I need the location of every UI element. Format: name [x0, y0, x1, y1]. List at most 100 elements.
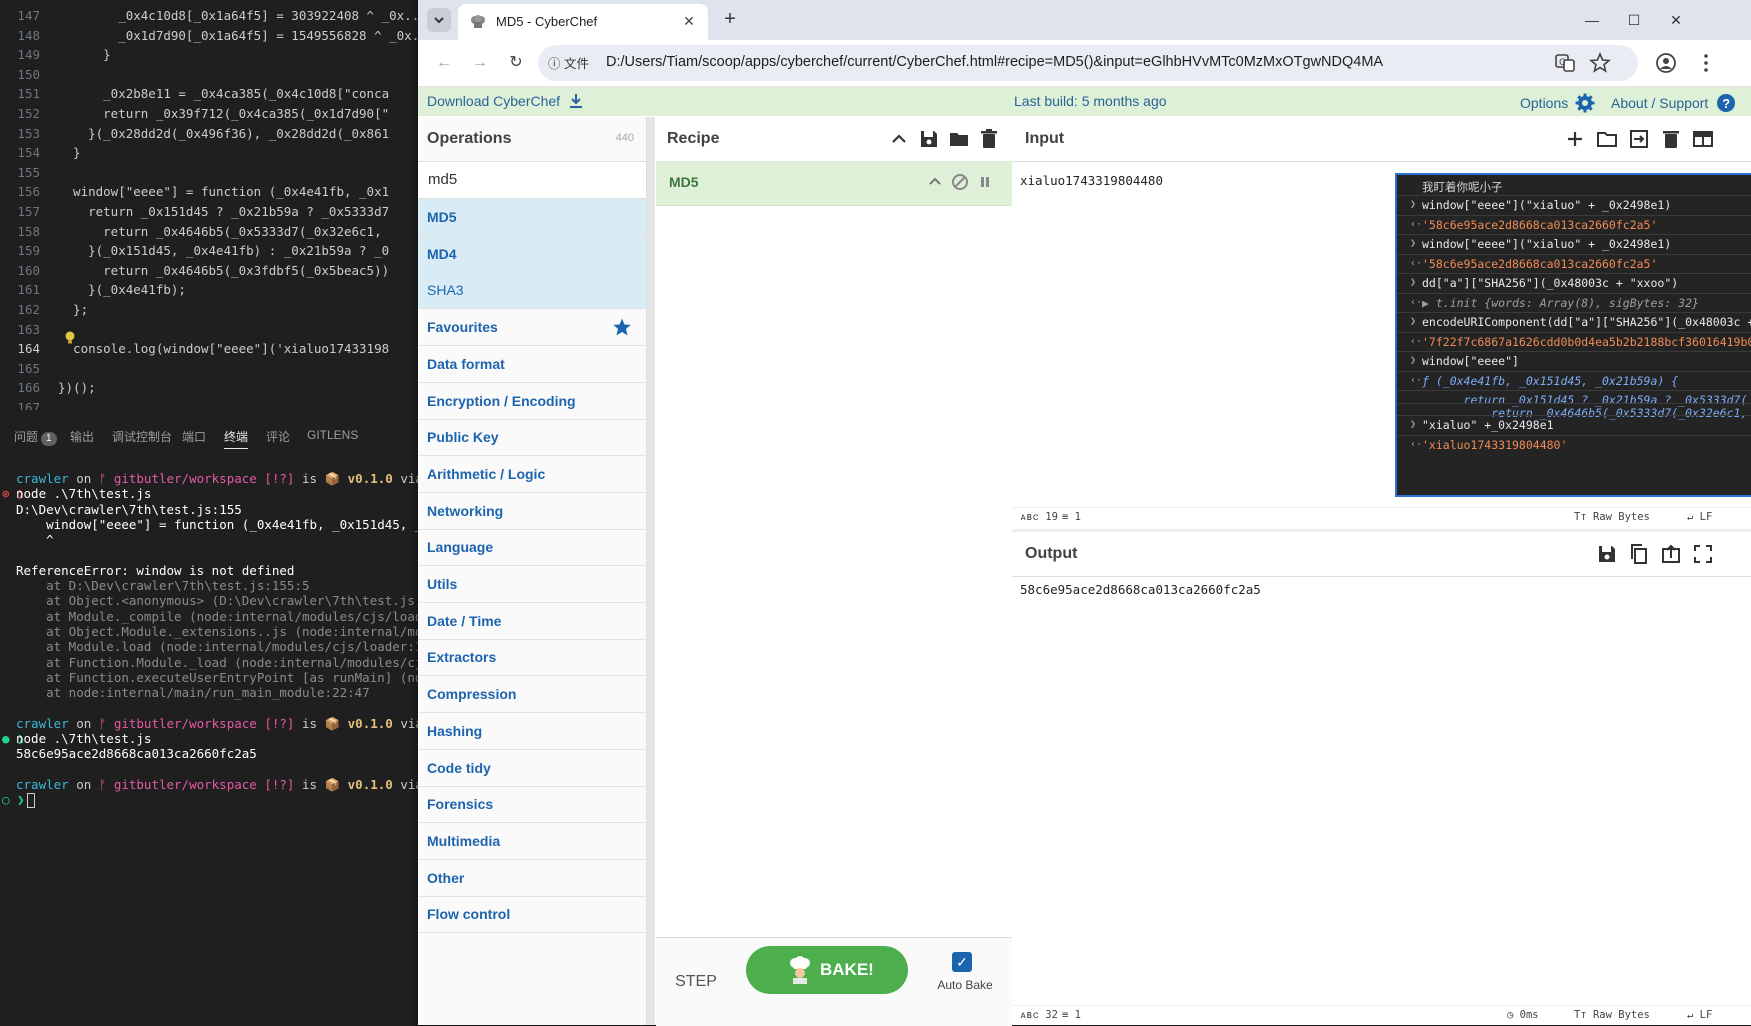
load-recipe-icon[interactable]	[948, 128, 970, 150]
translate-icon[interactable]: G	[1553, 51, 1577, 75]
category-public-key[interactable]: Public Key	[418, 419, 646, 457]
category-encryption-encoding[interactable]: Encryption / Encoding	[418, 383, 646, 420]
category-favourites[interactable]: Favourites	[418, 309, 646, 347]
code-editor[interactable]: 147 _0x4c10d8[_0x1a64f5] = 303922408 ^ _…	[0, 0, 420, 410]
category-forensics[interactable]: Forensics	[418, 786, 646, 824]
operations-search-input[interactable]: md5	[418, 162, 646, 200]
tab-search-button[interactable]	[427, 8, 451, 32]
vscode-window: 147 _0x4c10d8[_0x1a64f5] = 303922408 ^ _…	[0, 0, 453, 1025]
address-bar[interactable]: ⓘ 文件 D:/Users/Tiam/scoop/apps/cyberchef/…	[538, 45, 1638, 81]
add-input-icon[interactable]	[1564, 128, 1586, 150]
category-language[interactable]: Language	[418, 529, 646, 567]
category-extractors[interactable]: Extractors	[418, 639, 646, 677]
back-button[interactable]: ←	[432, 51, 456, 75]
search-result-item[interactable]: MD4	[418, 235, 646, 273]
code-line: 153 }(_0x28dd2d(_0x496f36), _0x28dd2d(_0…	[0, 124, 420, 144]
profile-icon[interactable]	[1654, 51, 1678, 75]
search-result-item[interactable]: MD5	[418, 199, 646, 236]
recipe-operation-md5[interactable]: MD5	[656, 161, 1012, 206]
search-result-item[interactable]: SHA3	[418, 272, 646, 310]
category-multimedia[interactable]: Multimedia	[418, 823, 646, 860]
output-encoding[interactable]: Tт Raw Bytes	[1574, 1009, 1650, 1021]
input-encoding[interactable]: Tт Raw Bytes	[1574, 511, 1650, 523]
panel-tab[interactable]: 端口	[182, 428, 206, 445]
copy-output-icon[interactable]	[1628, 543, 1650, 565]
bookmark-star-icon[interactable]	[1588, 51, 1612, 75]
about-link[interactable]: About / Support ?	[1611, 93, 1736, 113]
panel-tab[interactable]: 问题 1	[14, 428, 57, 446]
replace-input-icon[interactable]	[1660, 543, 1682, 565]
panel-tab[interactable]: 调试控制台	[112, 428, 172, 445]
category-compression[interactable]: Compression	[418, 676, 646, 714]
panel-tab-label: GITLENS	[307, 428, 359, 442]
terminal[interactable]: crawler on ᚠ gitbutler/workspace [!?] is…	[0, 470, 453, 870]
disable-icon[interactable]	[951, 173, 969, 191]
code-line: 165	[0, 359, 420, 379]
maximize-output-icon[interactable]	[1692, 543, 1714, 565]
panel-tab[interactable]: GITLENS	[307, 428, 358, 442]
panel-tab-label: 输出	[70, 430, 95, 444]
result-arrow-icon: ‹·	[1410, 257, 1423, 269]
code-line: 158 return _0x4646b5(_0x5333d7(_0x32e6c1…	[0, 222, 420, 242]
panel-tab[interactable]: 评论	[266, 428, 290, 445]
close-tab-icon[interactable]: ✕	[680, 12, 698, 30]
layout-icon[interactable]	[1692, 128, 1714, 150]
open-folder-icon[interactable]	[1596, 128, 1618, 150]
collapse-all-icon[interactable]	[888, 128, 910, 150]
category-flow-control[interactable]: Flow control	[418, 896, 646, 934]
terminal-cursor[interactable]	[27, 792, 35, 808]
download-link[interactable]: Download CyberChef	[427, 93, 584, 109]
devtools-console[interactable]: 我盯着你呢小子 ❯ window["eeee"]("xialuo" + _0x24…	[1395, 173, 1751, 497]
category-data-format[interactable]: Data format	[418, 346, 646, 383]
close-window-button[interactable]: ✕	[1664, 8, 1688, 32]
category-code-tidy[interactable]: Code tidy	[418, 750, 646, 787]
minimize-button[interactable]: —	[1580, 8, 1604, 32]
reload-button[interactable]: ↻	[504, 51, 528, 75]
browser-tab[interactable]: MD5 - CyberChef ✕	[458, 4, 708, 40]
step-button[interactable]: STEP	[666, 962, 726, 1002]
command: node .\7th\test.js	[16, 486, 152, 502]
save-recipe-icon[interactable]	[918, 128, 940, 150]
category-label: Data format	[427, 355, 505, 372]
console-text: '58c6e95ace2d8668ca013ca2660fc2a5'	[1422, 217, 1658, 232]
forward-button[interactable]: →	[468, 51, 492, 75]
prompt-marker: ○ ❯	[2, 792, 25, 808]
chevron-up-icon[interactable]	[926, 173, 944, 191]
bake-button[interactable]: BAKE!	[746, 946, 908, 994]
code-line: 163	[0, 320, 420, 340]
category-networking[interactable]: Networking	[418, 493, 646, 530]
menu-dots-icon[interactable]	[1694, 51, 1718, 75]
code-text: return _0x151d45 ? _0x21b59a ? _0x5333d7	[58, 204, 390, 219]
category-other[interactable]: Other	[418, 860, 646, 897]
input-eol[interactable]: ↵ LF	[1687, 511, 1712, 523]
open-file-icon[interactable]	[1628, 128, 1650, 150]
output-text[interactable]: 58c6e95ace2d8668ca013ca2660fc2a5	[1020, 582, 1261, 597]
input-textarea[interactable]: xialuo1743319804480	[1020, 173, 1163, 188]
category-arithmetic-logic[interactable]: Arithmetic / Logic	[418, 456, 646, 493]
auto-bake-toggle[interactable]: ✓ Auto Bake	[932, 952, 998, 1002]
url-text[interactable]: D:/Users/Tiam/scoop/apps/cyberchef/curre…	[606, 54, 1383, 70]
pause-icon[interactable]	[976, 173, 994, 191]
checkbox-checked-icon[interactable]: ✓	[952, 952, 972, 972]
code-text: _0x4c10d8[_0x1a64f5] = 303922408 ^ _0x..…	[58, 8, 420, 23]
error-line: D:\Dev\crawler\7th\test.js:155	[16, 501, 242, 517]
panel-tab[interactable]: 输出	[70, 428, 94, 445]
output-eol[interactable]: ↵ LF	[1687, 1009, 1712, 1021]
panel-tab[interactable]: 终端	[224, 428, 249, 449]
clear-recipe-icon[interactable]	[978, 128, 1000, 150]
new-tab-button[interactable]: +	[718, 8, 742, 32]
line-number: 158	[17, 223, 40, 239]
category-utils[interactable]: Utils	[418, 566, 646, 603]
pane-resizer[interactable]	[647, 117, 655, 1025]
console-separator	[1397, 370, 1751, 372]
clear-input-icon[interactable]	[1660, 128, 1682, 150]
options-link[interactable]: Options	[1520, 93, 1595, 113]
lightbulb-icon[interactable]	[64, 331, 76, 345]
panel-tab-label: 评论	[266, 430, 291, 444]
site-info-chip[interactable]: ⓘ 文件	[548, 53, 589, 72]
category-date-time[interactable]: Date / Time	[418, 603, 646, 640]
line-number: 165	[17, 360, 40, 376]
maximize-button[interactable]: ☐	[1622, 8, 1646, 32]
category-hashing[interactable]: Hashing	[418, 713, 646, 750]
save-output-icon[interactable]	[1596, 543, 1618, 565]
